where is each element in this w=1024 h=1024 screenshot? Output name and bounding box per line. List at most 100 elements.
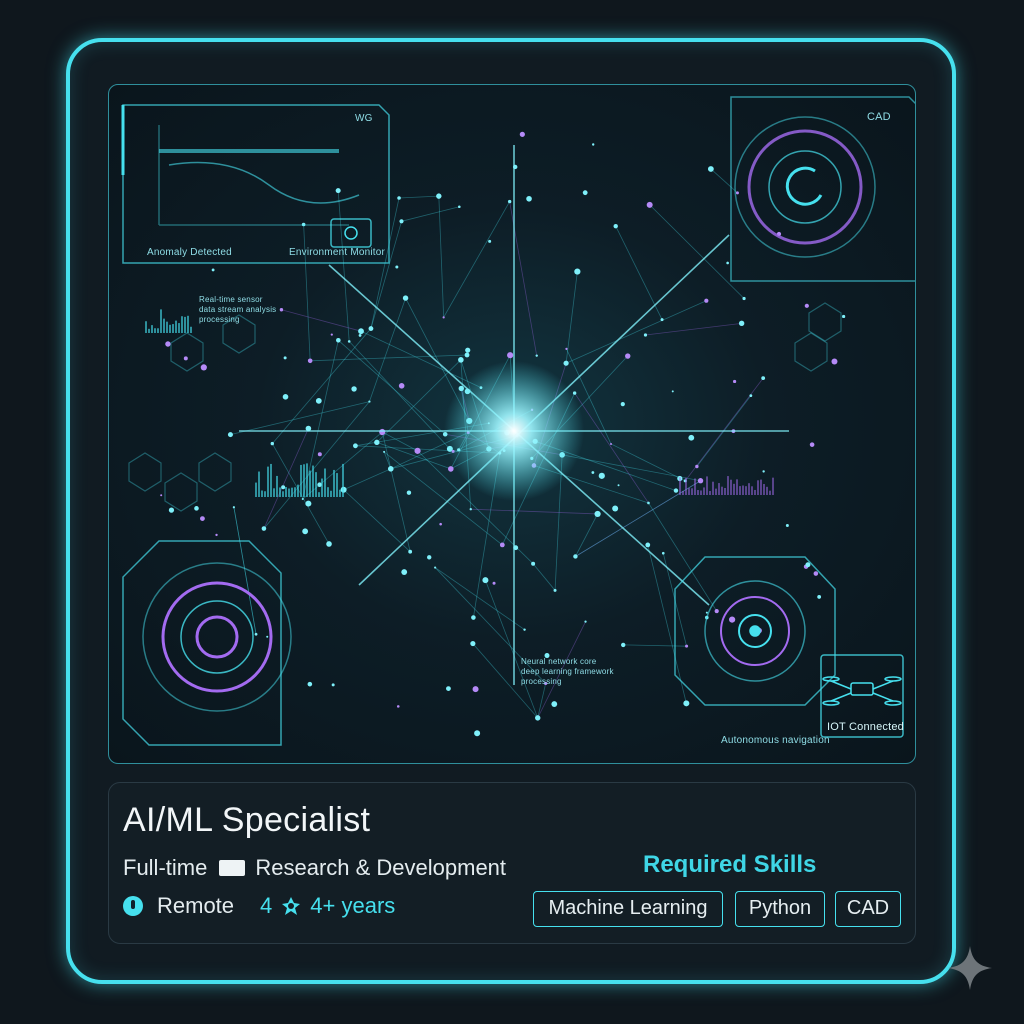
mini-bar (336, 473, 338, 497)
network-node (526, 195, 532, 202)
mini-bar (270, 463, 272, 497)
network-node (729, 616, 736, 623)
mini-bar (721, 486, 723, 495)
skill-chip-machine-learning[interactable]: Machine Learning (533, 891, 723, 927)
location: Remote (157, 893, 235, 918)
network-node (282, 394, 289, 400)
network-node (447, 466, 454, 472)
network-node (215, 533, 218, 537)
network-node (458, 357, 464, 363)
mini-bar (187, 315, 189, 333)
network-node (317, 452, 322, 457)
mini-bar (178, 323, 180, 333)
network-node (266, 635, 269, 638)
network-node (643, 333, 648, 337)
network-node (507, 352, 514, 359)
mini-bar (148, 328, 150, 333)
network-link (399, 195, 439, 199)
network-node (379, 428, 386, 436)
cad-label: CAD (867, 111, 891, 123)
network-link (370, 221, 402, 329)
network-node (685, 644, 689, 648)
experience-prefix: 4 (260, 893, 273, 918)
network-node (488, 239, 492, 243)
network-node (281, 485, 286, 490)
network-link (303, 224, 311, 361)
mini-bar (339, 489, 341, 497)
network-node (399, 219, 404, 224)
mini-bar (145, 321, 147, 333)
network-node (302, 528, 309, 535)
network-text-2: deep learning framework (521, 667, 614, 676)
sparkle-icon (948, 946, 992, 990)
mini-bar (318, 492, 320, 497)
mini-bar (306, 463, 308, 497)
network-node (621, 642, 626, 648)
mini-bar (190, 326, 192, 333)
network-node (671, 390, 674, 393)
chart-panel-top-left (121, 104, 390, 264)
radar-panel-bottom-right (674, 556, 836, 706)
mini-bar (694, 478, 696, 495)
skills-heading: Required Skills (643, 851, 817, 878)
experience-years: 4+ years (310, 893, 396, 918)
network-node (472, 686, 479, 693)
job-location-row: Remote 4 4+ years (123, 893, 395, 919)
network-node (353, 443, 358, 449)
mini-bar (172, 324, 174, 333)
network-node (535, 715, 541, 721)
network-node (482, 577, 489, 584)
location-pin-icon (123, 896, 143, 916)
mini-bar (303, 464, 305, 497)
network-node (620, 402, 625, 407)
network-node (551, 701, 558, 707)
network-node (474, 730, 481, 737)
mini-bar (288, 488, 290, 497)
network-node (749, 394, 753, 398)
mini-bar (282, 491, 284, 497)
mini-bar (748, 483, 750, 495)
network-link (574, 392, 649, 504)
skill-chip-cad[interactable]: CAD (835, 891, 901, 927)
navigation-label: Autonomous navigation (721, 735, 830, 746)
network-node (331, 683, 335, 687)
network-node (439, 522, 442, 526)
network-node (785, 523, 789, 527)
mini-bar (724, 487, 726, 495)
employment-type: Full-time (123, 855, 208, 880)
network-link (645, 322, 742, 336)
network-link (623, 644, 687, 647)
network-node (809, 442, 815, 447)
network-link (343, 468, 391, 491)
network-node (625, 353, 631, 359)
network-node (200, 516, 205, 521)
mini-bar (745, 486, 747, 495)
network-node (738, 320, 745, 327)
neural-network-graphic (121, 96, 915, 746)
mini-bar (754, 489, 756, 495)
mini-bar (285, 486, 287, 497)
network-node (695, 464, 699, 469)
department: Research & Development (255, 855, 507, 880)
network-node (704, 298, 709, 303)
iot-status-label: IOT Connected (827, 721, 904, 733)
network-node (519, 131, 525, 137)
skill-chip-python[interactable]: Python (735, 891, 825, 927)
network-node (471, 615, 476, 620)
network-node (492, 581, 496, 585)
network-node (397, 196, 401, 200)
hero-illustration: WG Anomaly Detected Environment Monitor … (108, 84, 916, 764)
network-node (387, 466, 394, 472)
network-node (499, 542, 505, 548)
mini-bar (291, 487, 293, 497)
network-node (817, 595, 822, 599)
network-link (537, 683, 547, 718)
network-node (315, 397, 322, 404)
mini-bar (715, 488, 717, 495)
mini-bar (157, 328, 159, 333)
mini-bar (255, 482, 257, 497)
network-node (661, 551, 665, 555)
network-node (645, 542, 651, 548)
network-node (446, 686, 451, 691)
network-node (673, 488, 679, 493)
